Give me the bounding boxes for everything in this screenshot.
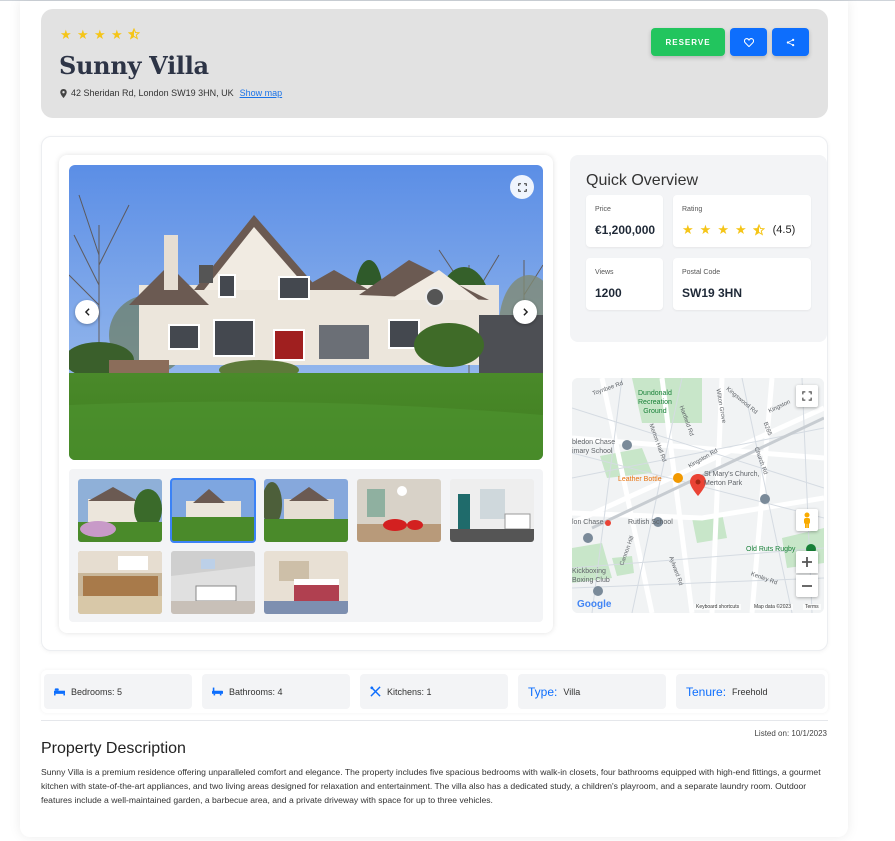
zoom-out-button[interactable] [796,575,818,597]
property-title: Sunny Villa [59,51,209,80]
price-label: Price [595,206,611,213]
rating-value: (4.5) [772,223,796,236]
street-view-button[interactable] [796,509,818,531]
bed-icon [54,688,65,696]
star-icon: ★ [699,222,712,237]
feature-kitchens-text: Kitchens: 1 [387,686,432,697]
postal-code-value: SW19 3HN [682,286,743,300]
map-fullscreen-button[interactable] [796,385,818,407]
feature-tenure: Tenure: Freehold [676,674,825,709]
share-icon [786,38,795,46]
utensils-icon [370,686,381,697]
map-label-church: St Mary's Church, Merton Park [704,471,760,487]
postal-code-label: Postal Code [682,269,721,276]
header-rating-stars: ★ ★ ★ ★ [60,27,141,42]
feature-type-value: Villa [563,686,581,697]
rating-stars: ★ ★ ★ ★ (4.5) [682,223,795,236]
keyboard-shortcuts-link[interactable]: Keyboard shortcuts [694,604,742,610]
address-text: 42 Sheridan Rd, London SW19 3HN, UK [71,88,234,98]
star-icon: ★ [77,27,89,42]
star-icon: ★ [94,27,106,42]
price-box: Price €1,200,000 [586,195,663,247]
feature-bedrooms-text: Bedrooms: 5 [71,686,123,697]
feature-type: Type: Villa [518,674,666,709]
reserve-button[interactable]: RESERVE [651,28,725,56]
feature-type-key: Type: [528,684,558,699]
google-logo: Google [577,599,612,610]
previous-photo-button[interactable] [75,300,99,324]
chevron-left-icon [84,308,90,316]
feature-tenure-value: Freehold [732,686,768,697]
postal-code-box: Postal Code SW19 3HN [673,258,811,310]
views-value: 1200 [595,286,622,300]
map-label-rugby: Old Ruts Rugby [746,546,796,553]
star-icon: ★ [60,27,72,42]
location-map[interactable]: Dundonald Recreation Ground bledon Chase… [572,378,824,613]
photo-thumbnail-active[interactable] [170,478,256,543]
map-label-school: bledon Chase imary School [572,439,616,455]
feature-bathrooms-text: Bathrooms: 4 [229,686,283,697]
feature-bedrooms: Bedrooms: 5 [44,674,192,709]
section-divider [41,720,828,721]
fullscreen-button[interactable] [510,175,534,199]
show-map-link[interactable]: Show map [240,88,283,98]
listing-header: ★ ★ ★ ★ Sunny Villa 42 Sheridan Rd, Lond… [41,9,828,118]
description-text: Sunny Villa is a premium residence offer… [41,767,821,805]
feature-bathrooms: Bathrooms: 4 [202,674,350,709]
photo-thumbnail[interactable] [78,479,162,542]
map-label-rutlish-school: Rutlish School [628,519,673,526]
next-photo-button[interactable] [513,300,537,324]
share-button[interactable] [772,28,809,56]
favorite-button[interactable] [730,28,767,56]
chevron-right-icon [522,308,528,316]
photo-thumbnail[interactable] [450,479,534,542]
views-label: Views [595,269,614,276]
star-icon: ★ [111,27,123,42]
expand-icon [517,182,527,192]
bath-icon [212,687,223,696]
star-icon: ★ [682,222,694,237]
rating-box: Rating ★ ★ ★ ★ (4.5) [673,195,811,247]
photo-thumbnail[interactable] [264,551,348,614]
fullscreen-icon [802,391,812,401]
price-value: €1,200,000 [595,223,656,237]
map-label-chase: lon Chase [572,519,604,526]
heart-icon [743,37,754,47]
feature-kitchens: Kitchens: 1 [360,674,508,709]
feature-tenure-key: Tenure: [686,684,727,699]
map-label-leather-bottle: Leather Bottle [618,476,662,483]
half-star-icon [127,27,141,42]
map-label-kickboxing: Kickboxing Boxing Club [572,568,610,584]
plus-icon [802,557,812,567]
views-box: Views 1200 [586,258,663,310]
pegman-icon [804,512,810,528]
property-address: 42 Sheridan Rd, London SW19 3HN, UK Show… [60,88,282,98]
star-icon: ★ [717,222,729,237]
main-property-photo[interactable] [69,165,543,460]
photo-thumbnail[interactable] [264,479,348,542]
map-label-recreation: Dundonald Recreation Ground [638,390,672,415]
minus-icon [802,585,812,587]
half-star-icon [752,223,765,236]
zoom-in-button[interactable] [796,551,818,573]
description-title: Property Description [41,740,186,757]
map-data-attribution: Map data ©2023 [752,604,794,610]
listed-on-date: Listed on: 10/1/2023 [754,729,827,738]
photo-thumbnail[interactable] [78,551,162,614]
star-icon: ★ [734,222,747,237]
map-pin-icon [60,88,67,98]
quick-overview-panel: Quick Overview Price €1,200,000 Rating ★… [570,155,827,342]
rating-label: Rating [682,206,703,213]
photo-thumbnail[interactable] [171,551,255,614]
quick-overview-title: Quick Overview [586,172,699,189]
photo-thumbnail[interactable] [357,479,441,542]
features-bar: Bedrooms: 5 Bathrooms: 4 Kitchens: 1 Typ… [41,670,828,713]
terms-link[interactable]: Terms [803,604,821,610]
